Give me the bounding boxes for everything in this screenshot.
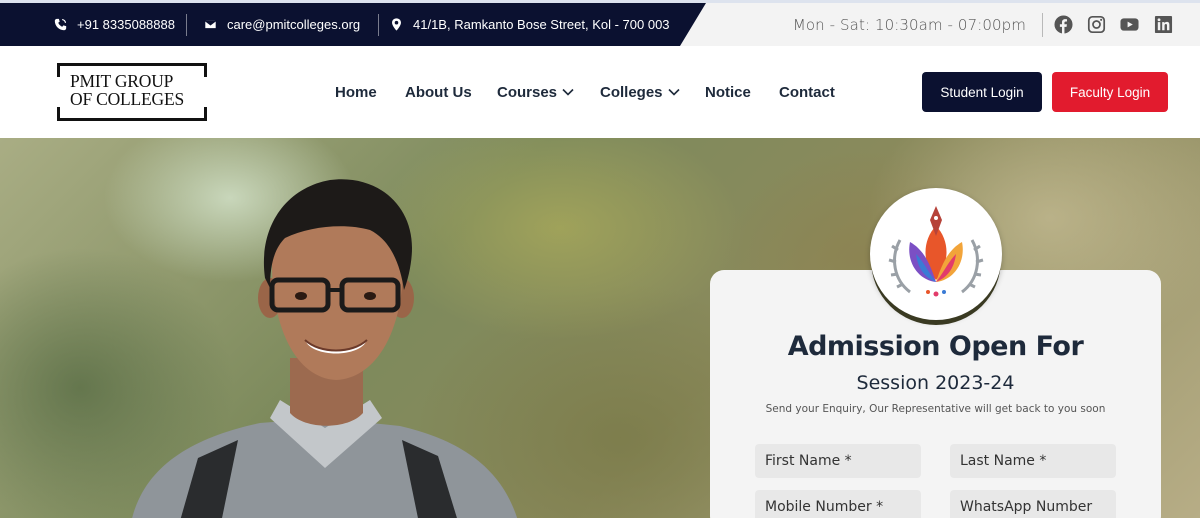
lotus-pen-emblem-icon [888, 206, 984, 297]
nav-label: Notice [705, 83, 751, 101]
chevron-down-icon [562, 88, 574, 96]
hero-banner: Admission Open For Session 2023-24 Send … [0, 138, 1200, 518]
nav-label: About Us [405, 83, 472, 101]
admission-subtitle: Send your Enquiry, Our Representative wi… [765, 403, 1106, 415]
address-contact[interactable]: 41/1B, Ramkanto Bose Street, Kol - 700 0… [390, 3, 670, 46]
instagram-icon [1087, 15, 1106, 34]
envelope-icon [204, 19, 217, 30]
nav-courses[interactable]: Courses [497, 46, 574, 138]
first-name-field[interactable]: First Name * [755, 444, 921, 478]
chevron-down-icon [667, 88, 680, 96]
map-pin-icon [392, 18, 401, 31]
logo-line-1: PMIT GROUP [70, 71, 174, 91]
nav-label: Colleges [600, 83, 663, 101]
facebook-icon [1054, 15, 1073, 34]
email-address: care@pmitcolleges.org [227, 17, 361, 32]
divider [186, 14, 187, 36]
main-navbar: PMIT GROUP OF COLLEGES Home About Us Cou… [0, 46, 1200, 138]
office-hours: Mon - Sat: 10:30am - 07:00pm [792, 15, 1026, 34]
student-login-button[interactable]: Student Login [922, 72, 1042, 112]
admission-session: Session 2023-24 [856, 372, 1015, 394]
nav-notice[interactable]: Notice [705, 46, 751, 138]
divider [1042, 13, 1043, 37]
top-info-bar: +91 8335088888 care@pmitcolleges.org 41/… [0, 0, 1200, 46]
nav-home[interactable]: Home [335, 46, 377, 138]
logo-line-2: OF COLLEGES [70, 89, 184, 109]
divider [378, 14, 379, 36]
mobile-number-field[interactable]: Mobile Number * [755, 490, 921, 518]
nav-about-us[interactable]: About Us [405, 46, 472, 138]
facebook-link[interactable] [1054, 3, 1073, 46]
linkedin-link[interactable] [1154, 3, 1173, 46]
admission-title: Admission Open For [787, 331, 1084, 362]
email-contact[interactable]: care@pmitcolleges.org [204, 3, 360, 46]
nav-label: Contact [779, 83, 835, 101]
youtube-link[interactable] [1120, 3, 1139, 46]
site-logo[interactable]: PMIT GROUP OF COLLEGES [57, 63, 207, 121]
faculty-login-button[interactable]: Faculty Login [1052, 72, 1168, 112]
college-emblem [870, 188, 1002, 320]
address-text: 41/1B, Ramkanto Bose Street, Kol - 700 0… [413, 17, 670, 32]
student-photo [132, 179, 518, 518]
linkedin-icon [1154, 15, 1173, 34]
phone-icon [54, 18, 67, 31]
phone-contact[interactable]: +91 8335088888 [54, 3, 175, 46]
nav-contact[interactable]: Contact [779, 46, 835, 138]
phone-number: +91 8335088888 [77, 17, 175, 32]
whatsapp-number-field[interactable]: WhatsApp Number [950, 490, 1116, 518]
nav-label: Courses [497, 83, 558, 101]
nav-label: Home [335, 83, 377, 101]
instagram-link[interactable] [1087, 3, 1106, 46]
youtube-icon [1120, 18, 1139, 31]
last-name-field[interactable]: Last Name * [950, 444, 1116, 478]
nav-colleges[interactable]: Colleges [600, 46, 680, 138]
